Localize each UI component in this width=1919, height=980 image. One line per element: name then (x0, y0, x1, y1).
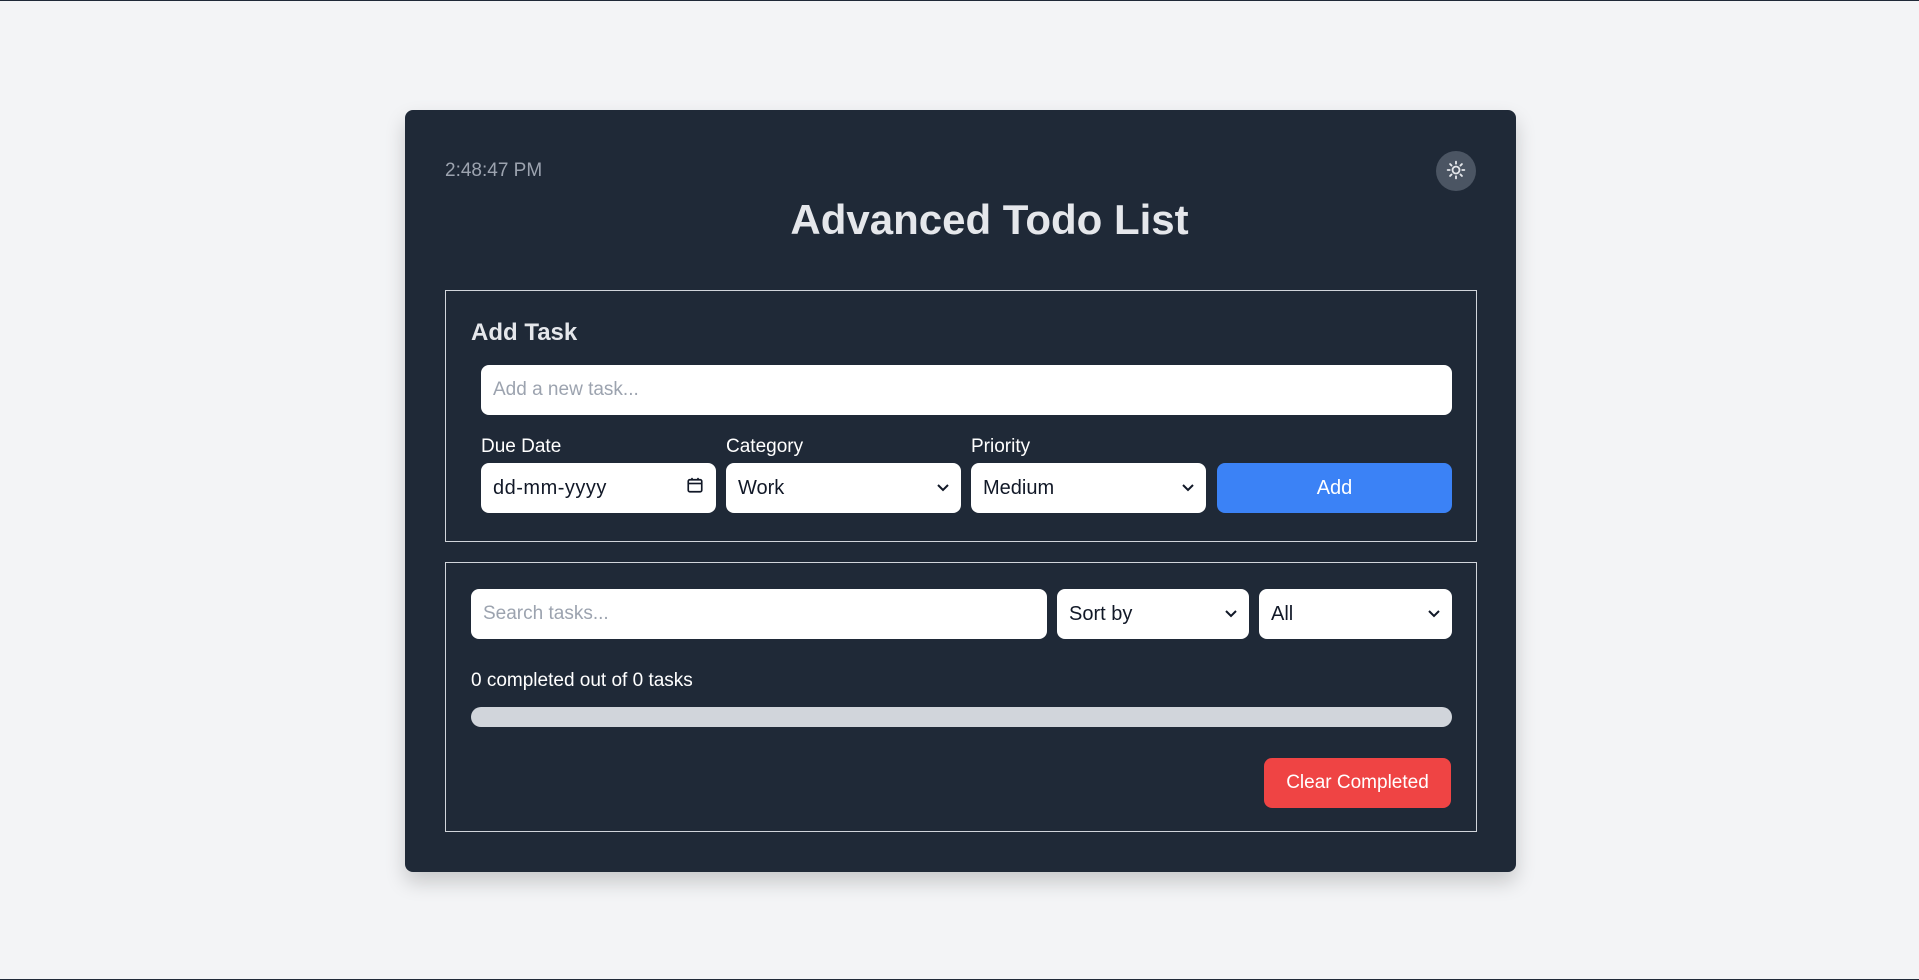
chevron-down-icon (937, 484, 949, 492)
clear-completed-button[interactable]: Clear Completed (1264, 758, 1451, 808)
sun-icon (1446, 160, 1466, 183)
chevron-down-icon (1182, 484, 1194, 492)
clock-display: 2:48:47 PM (445, 160, 543, 181)
due-date-placeholder: dd-mm-yyyy (493, 476, 607, 499)
progress-summary: 0 completed out of 0 tasks (471, 670, 693, 691)
task-list-panel: Sort by All 0 completed out of 0 tasks C… (445, 562, 1477, 832)
priority-select[interactable]: Medium (971, 463, 1206, 513)
filter-select[interactable]: All (1259, 589, 1452, 639)
add-task-heading: Add Task (471, 319, 578, 346)
theme-toggle-button[interactable] (1436, 151, 1476, 191)
category-label: Category (726, 436, 804, 457)
sort-select[interactable]: Sort by (1057, 589, 1249, 639)
due-date-label: Due Date (481, 436, 562, 457)
priority-value: Medium (983, 476, 1055, 499)
page-title: Advanced Todo List (790, 196, 1189, 243)
task-input[interactable] (481, 365, 1452, 415)
sort-value: Sort by (1069, 602, 1133, 625)
add-task-panel: Add Task Due Date dd-mm-yyyy Category Wo… (445, 290, 1477, 542)
priority-label: Priority (971, 436, 1031, 457)
calendar-icon[interactable] (686, 476, 704, 500)
todo-app-card: 2:48:47 PM Advanced Todo List Add Task D… (405, 110, 1516, 872)
add-task-button[interactable]: Add (1217, 463, 1452, 513)
category-value: Work (738, 476, 785, 499)
category-select[interactable]: Work (726, 463, 961, 513)
chevron-down-icon (1225, 610, 1237, 618)
due-date-input[interactable]: dd-mm-yyyy (481, 463, 716, 513)
search-input[interactable] (471, 589, 1047, 639)
chevron-down-icon (1428, 610, 1440, 618)
filter-value: All (1271, 602, 1294, 625)
progress-bar (471, 707, 1452, 727)
